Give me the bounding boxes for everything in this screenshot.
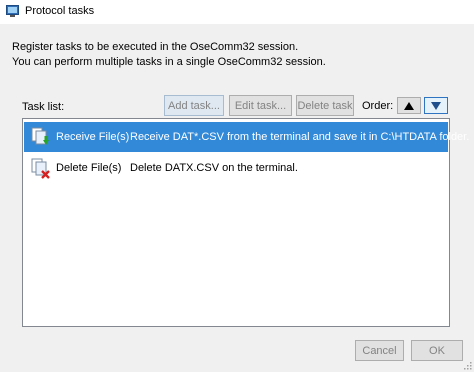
edit-task-button[interactable]: Edit task... <box>229 95 292 116</box>
task-name: Delete File(s) <box>56 162 122 174</box>
delete-task-button[interactable]: Delete task <box>296 95 354 116</box>
arrow-up-icon <box>404 101 414 110</box>
app-icon <box>6 5 19 17</box>
delete-file-icon <box>31 158 50 179</box>
arrow-down-icon <box>431 101 441 110</box>
intro-line-1: Register tasks to be executed in the Ose… <box>12 41 299 53</box>
resize-grip-icon[interactable] <box>462 360 472 370</box>
task-description: Delete DATX.CSV on the terminal. <box>130 162 298 174</box>
move-up-button[interactable] <box>397 97 421 114</box>
order-label: Order: <box>362 100 394 112</box>
task-description: Receive DAT*.CSV from the terminal and s… <box>130 131 470 143</box>
receive-file-icon <box>31 127 49 145</box>
window-title: Protocol tasks <box>25 5 95 17</box>
move-down-button[interactable] <box>424 97 448 114</box>
task-row-delete[interactable]: Delete File(s) Delete DATX.CSV on the te… <box>24 153 448 183</box>
add-task-button[interactable]: Add task... <box>164 95 224 116</box>
task-row-receive[interactable]: Receive File(s) Receive DAT*.CSV from th… <box>24 122 469 152</box>
task-name: Receive File(s) <box>56 131 130 143</box>
task-list-label: Task list: <box>22 101 65 113</box>
title-bar: Protocol tasks <box>0 0 474 24</box>
ok-button[interactable]: OK <box>411 340 463 361</box>
intro-line-2: You can perform multiple tasks in a sing… <box>12 56 326 68</box>
task-list[interactable]: Receive File(s) Receive DAT*.CSV from th… <box>22 118 469 327</box>
cancel-button[interactable]: Cancel <box>355 340 404 361</box>
